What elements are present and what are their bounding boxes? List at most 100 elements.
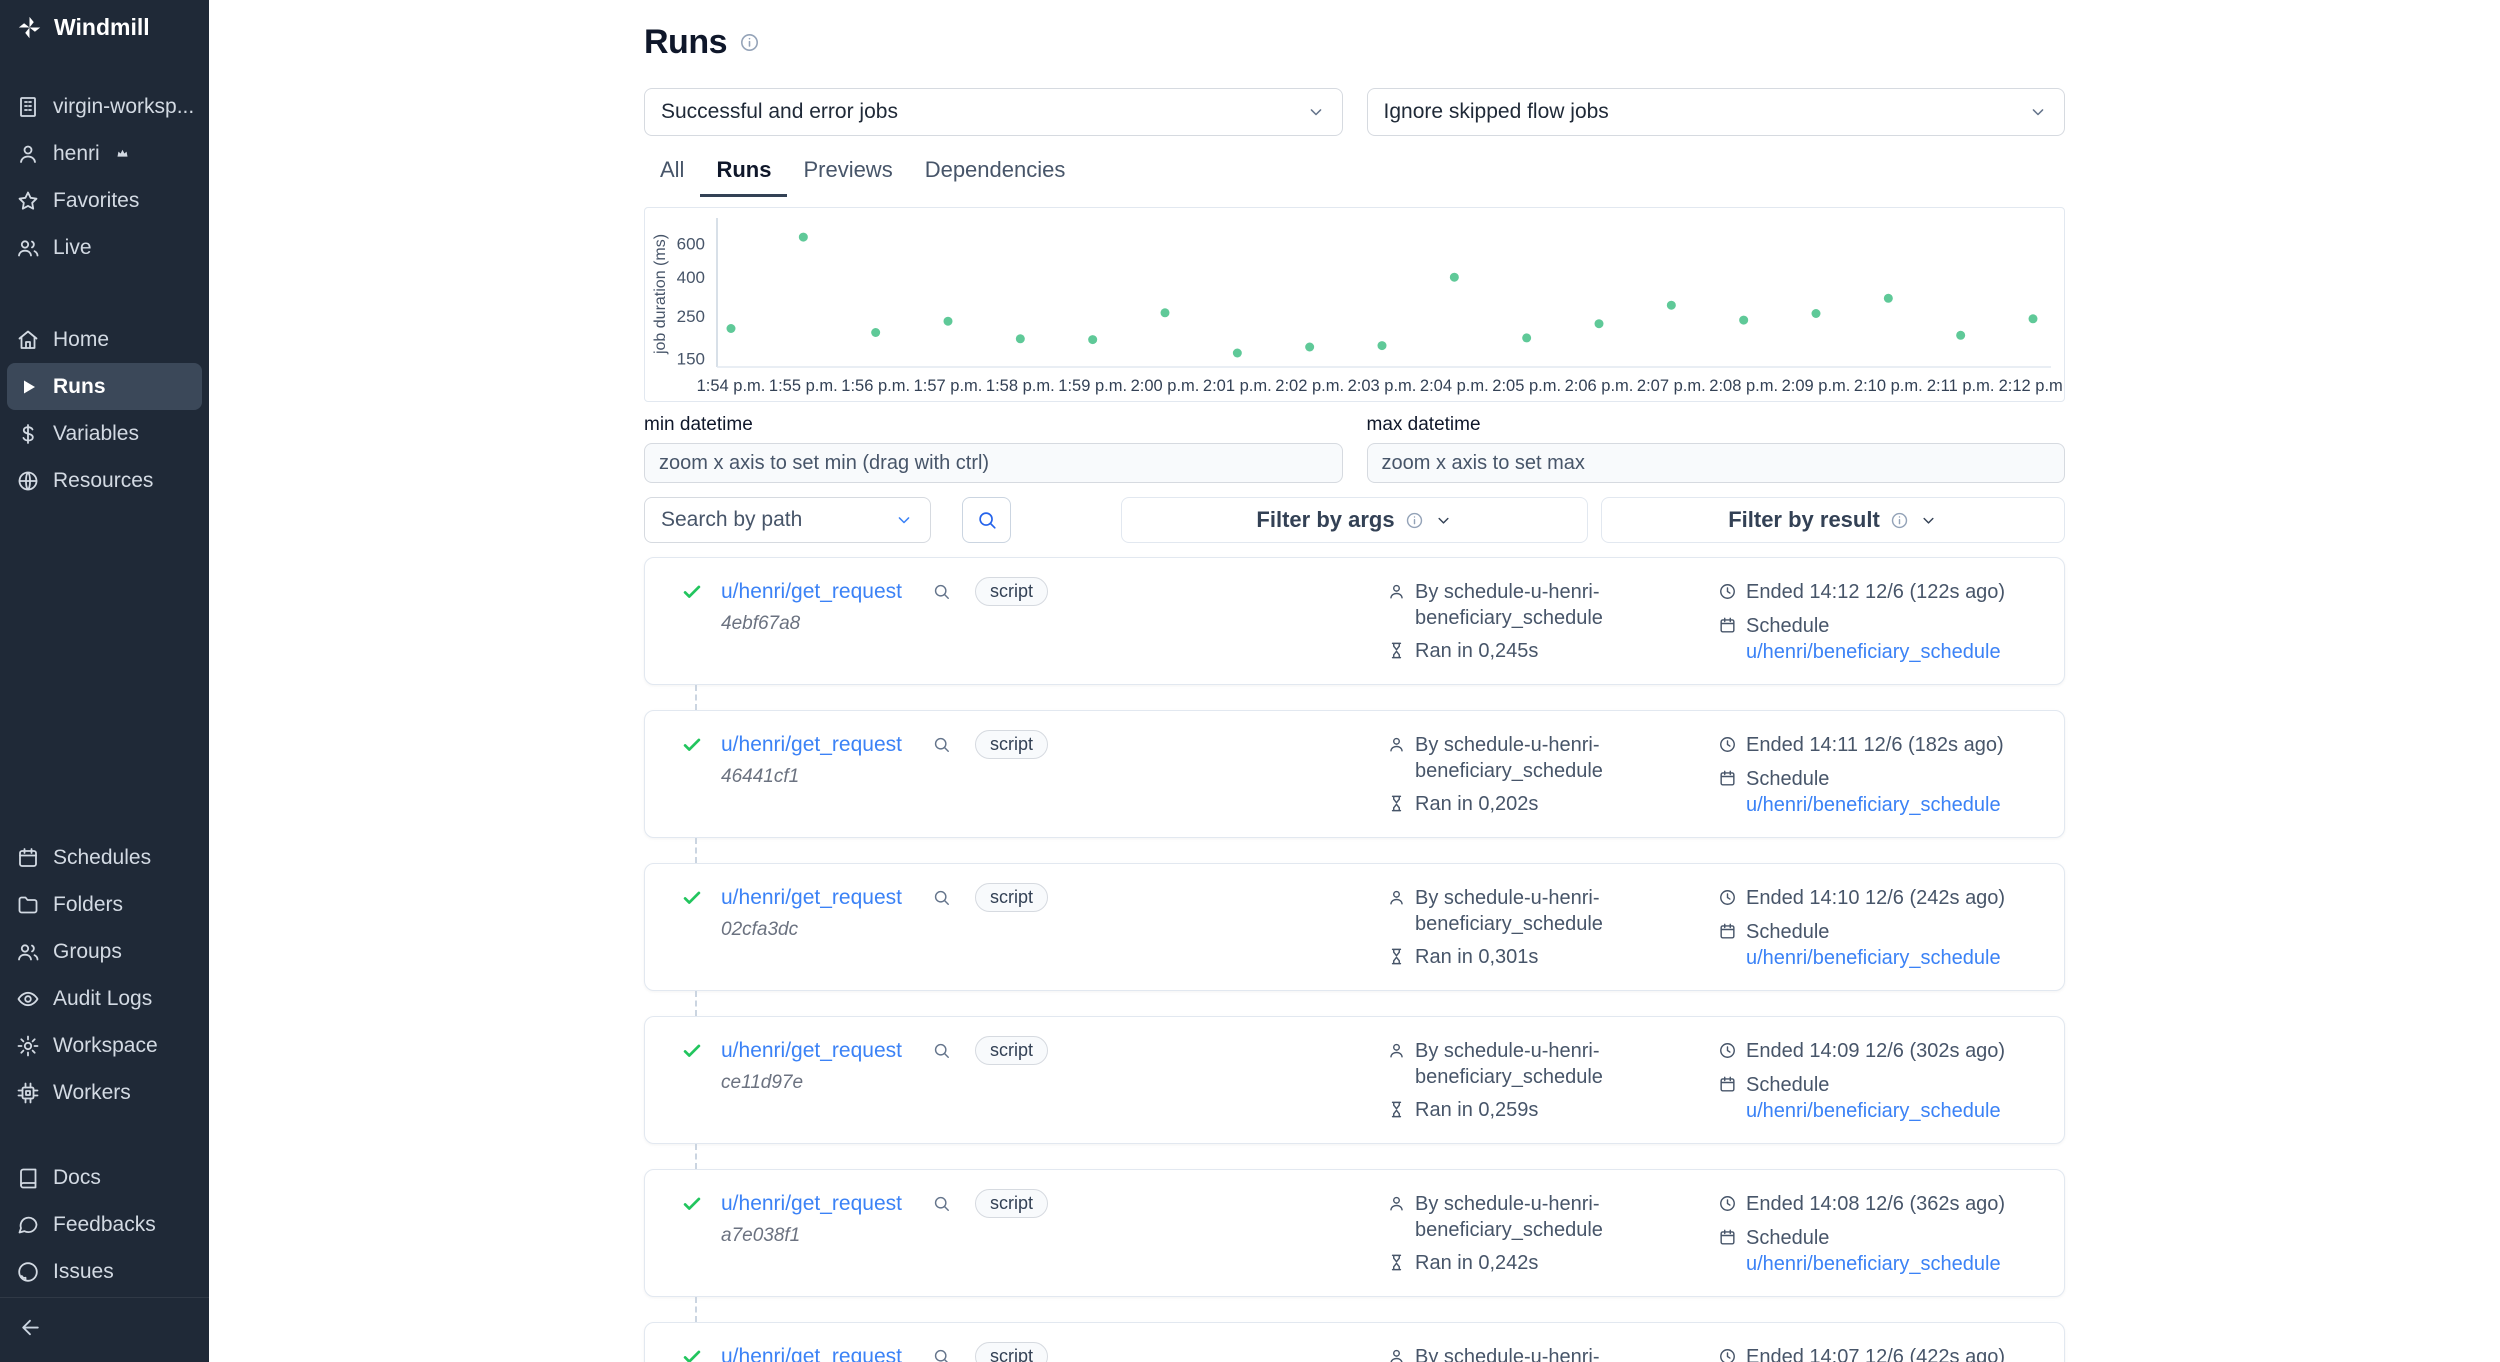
- search-icon[interactable]: [932, 888, 951, 907]
- sidebar-item-user[interactable]: henri: [0, 130, 209, 177]
- sidebar-item-resources[interactable]: Resources: [0, 457, 209, 504]
- run-card[interactable]: u/henri/get_requestscript02cfa3dcBy sche…: [644, 863, 2065, 991]
- sidebar-item-workspace-settings[interactable]: Workspace: [0, 1022, 209, 1069]
- user-icon: [1387, 888, 1406, 907]
- data-point: [1305, 343, 1314, 352]
- run-path-link[interactable]: u/henri/get_request: [721, 580, 902, 604]
- tab-previews[interactable]: Previews: [787, 148, 908, 197]
- tab-all[interactable]: All: [644, 148, 700, 197]
- scatter-plot[interactable]: job duration (ms)6004002501501:54 p.m.1:…: [645, 208, 2064, 401]
- run-triggered-by: By schedule-u-henri-beneficiary_schedule: [1415, 732, 1665, 784]
- clock-icon: [1718, 582, 1737, 601]
- run-time-info: Ended 14:10 12/6 (242s ago)Schedule u/he…: [1718, 883, 2040, 971]
- sidebar-item-docs[interactable]: Docs: [0, 1154, 209, 1201]
- max-datetime-input[interactable]: [1367, 443, 2066, 483]
- info-icon[interactable]: [739, 32, 760, 53]
- job-duration-chart[interactable]: job duration (ms)6004002501501:54 p.m.1:…: [644, 207, 2065, 402]
- schedule-link[interactable]: u/henri/beneficiary_schedule: [1746, 641, 2001, 663]
- run-card[interactable]: u/henri/get_requestscripta7e038f1By sche…: [644, 1169, 2065, 1297]
- user-icon: [1387, 1041, 1406, 1060]
- run-path-link[interactable]: u/henri/get_request: [721, 1039, 902, 1063]
- data-point: [871, 328, 880, 337]
- run-trigger-info: By schedule-u-henri-beneficiary_schedule…: [1387, 730, 1718, 818]
- sidebar-item-home[interactable]: Home: [0, 316, 209, 363]
- chevron-down-icon: [2028, 102, 2048, 122]
- chevron-down-icon: [1919, 511, 1938, 530]
- data-point: [1884, 294, 1893, 303]
- run-kind-badge: script: [975, 883, 1048, 912]
- sidebar-item-folders[interactable]: Folders: [0, 881, 209, 928]
- sidebar-item-workers[interactable]: Workers: [0, 1069, 209, 1116]
- clock-icon: [1718, 1041, 1737, 1060]
- run-card[interactable]: u/henri/get_requestscript46441cf1By sche…: [644, 710, 2065, 838]
- job-status-select[interactable]: Successful and error jobs: [644, 88, 1343, 136]
- run-summary: u/henri/get_requestscript4ebf67a8: [681, 577, 1387, 665]
- run-duration: Ran in 0,245s: [1415, 638, 1538, 664]
- run-path-link[interactable]: u/henri/get_request: [721, 886, 902, 910]
- tab-dependencies[interactable]: Dependencies: [909, 148, 1082, 197]
- min-datetime-input[interactable]: [644, 443, 1343, 483]
- hourglass-icon: [1387, 1100, 1406, 1119]
- chat-icon: [16, 1213, 40, 1237]
- run-trigger-info: By schedule-u-henri-beneficiary_schedule…: [1387, 1342, 1718, 1362]
- chevron-down-icon: [2028, 102, 2048, 122]
- sidebar-item-favorites[interactable]: Favorites: [0, 177, 209, 224]
- run-kind-badge: script: [975, 1342, 1048, 1362]
- run-card[interactable]: u/henri/get_requestscriptd2048d63By sche…: [644, 1322, 2065, 1362]
- search-button[interactable]: [962, 497, 1011, 543]
- sidebar-item-label: Home: [53, 328, 109, 352]
- schedule-link[interactable]: u/henri/beneficiary_schedule: [1746, 794, 2001, 816]
- search-icon[interactable]: [932, 582, 951, 601]
- sidebar-item-feedbacks[interactable]: Feedbacks: [0, 1201, 209, 1248]
- sidebar-item-variables[interactable]: Variables: [0, 410, 209, 457]
- schedule-link[interactable]: u/henri/beneficiary_schedule: [1746, 947, 2001, 969]
- clock-icon: [1718, 888, 1737, 907]
- x-tick-label: 2:02 p.m.: [1275, 377, 1344, 395]
- sidebar-item-workspace[interactable]: virgin-worksp...: [0, 83, 209, 130]
- windmill-logo-icon: [16, 14, 43, 41]
- sidebar-item-audit-logs[interactable]: Audit Logs: [0, 975, 209, 1022]
- user-icon: [1387, 1347, 1406, 1362]
- sidebar-item-schedules[interactable]: Schedules: [0, 834, 209, 881]
- run-summary: u/henri/get_requestscript02cfa3dc: [681, 883, 1387, 971]
- sidebar-top-group: virgin-worksp...henriFavoritesLive: [0, 83, 209, 271]
- runs-list: u/henri/get_requestscript4ebf67a8By sche…: [644, 557, 2065, 1362]
- sidebar-collapse-button[interactable]: [0, 1297, 209, 1362]
- page-header: Runs: [644, 22, 2065, 62]
- search-icon[interactable]: [932, 735, 951, 754]
- skipped-flow-select[interactable]: Ignore skipped flow jobs: [1367, 88, 2066, 136]
- data-point: [1450, 273, 1459, 282]
- search-icon[interactable]: [932, 1041, 951, 1060]
- run-path-link[interactable]: u/henri/get_request: [721, 1345, 902, 1362]
- sidebar-item-live[interactable]: Live: [0, 224, 209, 271]
- run-card[interactable]: u/henri/get_requestscript4ebf67a8By sche…: [644, 557, 2065, 685]
- x-tick-label: 2:06 p.m.: [1565, 377, 1634, 395]
- sidebar-item-runs[interactable]: Runs: [7, 363, 202, 410]
- run-triggered-by: By schedule-u-henri-beneficiary_schedule: [1415, 1191, 1665, 1243]
- schedule-link[interactable]: u/henri/beneficiary_schedule: [1746, 1253, 2001, 1275]
- workspace-brand[interactable]: Windmill: [0, 0, 209, 55]
- filter-by-args-button[interactable]: Filter by args: [1121, 497, 1588, 543]
- search-by-path-select[interactable]: Search by path: [644, 497, 931, 543]
- chevron-down-icon: [1306, 102, 1326, 122]
- data-point: [1161, 308, 1170, 317]
- schedule-link[interactable]: u/henri/beneficiary_schedule: [1746, 1100, 2001, 1122]
- min-datetime-label: min datetime: [644, 414, 1343, 436]
- sidebar-item-issues[interactable]: Issues: [0, 1248, 209, 1295]
- filter-by-result-button[interactable]: Filter by result: [1601, 497, 2065, 543]
- sidebar-admin-group: SchedulesFoldersGroupsAudit LogsWorkspac…: [0, 834, 209, 1116]
- x-tick-label: 1:56 p.m.: [841, 377, 910, 395]
- run-card[interactable]: u/henri/get_requestscriptce11d97eBy sche…: [644, 1016, 2065, 1144]
- run-path-link[interactable]: u/henri/get_request: [721, 733, 902, 757]
- tab-runs[interactable]: Runs: [700, 148, 787, 197]
- search-icon[interactable]: [932, 1194, 951, 1213]
- run-triggered-by: By schedule-u-henri-beneficiary_schedule: [1415, 1344, 1665, 1362]
- y-tick-label: 600: [677, 235, 705, 254]
- max-datetime-label: max datetime: [1367, 414, 2066, 436]
- search-icon[interactable]: [932, 1347, 951, 1362]
- sidebar-item-groups[interactable]: Groups: [0, 928, 209, 975]
- run-time-info: Ended 14:11 12/6 (182s ago)Schedule u/he…: [1718, 730, 2040, 818]
- search-icon: [976, 509, 998, 531]
- run-path-link[interactable]: u/henri/get_request: [721, 1192, 902, 1216]
- data-point: [1595, 319, 1604, 328]
